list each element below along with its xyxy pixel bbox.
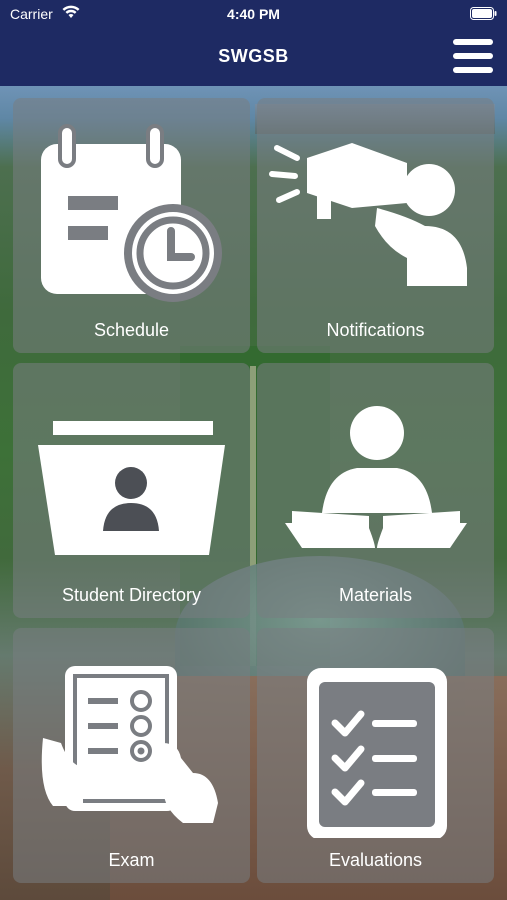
materials-label: Materials bbox=[338, 585, 413, 605]
schedule-tile[interactable]: Schedule bbox=[13, 98, 250, 353]
exam-label: Exam bbox=[108, 850, 155, 870]
calendar-clock-icon bbox=[41, 124, 222, 302]
student-directory-tile[interactable]: Student Directory bbox=[13, 363, 250, 618]
page-title: SWGSB bbox=[218, 46, 289, 66]
exam-tile[interactable]: Exam bbox=[13, 628, 250, 883]
status-time: 4:40 PM bbox=[227, 6, 280, 22]
status-bar: Carrier 4:40 PM bbox=[0, 0, 507, 28]
nav-bar: SWGSB bbox=[0, 28, 507, 86]
student-directory-label: Student Directory bbox=[61, 585, 202, 605]
tablet-test-icon bbox=[41, 666, 218, 823]
evaluations-tile[interactable]: Evaluations bbox=[257, 628, 494, 883]
battery-icon bbox=[470, 7, 497, 20]
materials-tile[interactable]: Materials bbox=[257, 363, 494, 618]
person-reading-book-icon bbox=[285, 406, 467, 548]
hamburger-menu-icon[interactable] bbox=[453, 36, 493, 76]
evaluations-label: Evaluations bbox=[328, 850, 423, 870]
notifications-tile[interactable]: Notifications bbox=[257, 98, 494, 353]
megaphone-person-icon bbox=[269, 143, 467, 286]
notifications-label: Notifications bbox=[326, 320, 425, 340]
checklist-icon bbox=[307, 668, 447, 838]
schedule-label: Schedule bbox=[93, 320, 170, 340]
card-file-person-icon bbox=[38, 421, 225, 555]
